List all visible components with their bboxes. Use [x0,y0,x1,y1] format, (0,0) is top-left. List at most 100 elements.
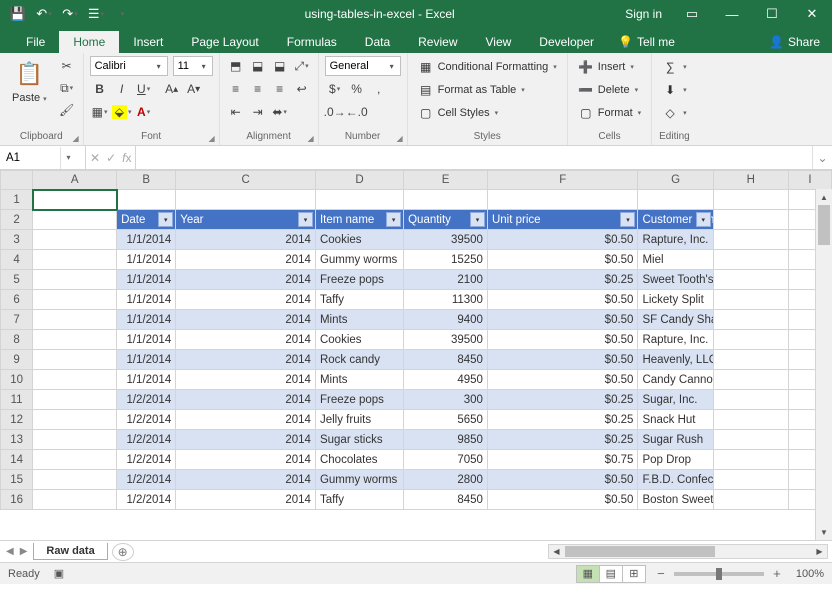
ribbon-display-button[interactable]: ▭ [672,0,712,28]
tab-page-layout[interactable]: Page Layout [177,31,272,53]
cell[interactable]: 2014 [176,270,316,290]
tab-formulas[interactable]: Formulas [273,31,351,53]
vertical-scrollbar[interactable]: ▲ ▼ [815,189,832,540]
cell-A1[interactable] [33,190,117,210]
fill-button[interactable]: ⬇▾ [658,79,691,100]
row-header[interactable]: 4 [1,250,33,270]
borders-button[interactable]: ▦▾ [90,102,110,122]
filter-dropdown-icon[interactable]: ▾ [298,212,313,227]
increase-indent-button[interactable]: ⇥ [248,102,268,122]
cell[interactable]: 8450 [404,490,488,510]
cell[interactable]: 2014 [176,350,316,370]
align-left-button[interactable]: ≡ [226,79,246,99]
cell[interactable]: $0.50 [487,310,638,330]
paste-button[interactable]: 📋 Paste ▾ [6,56,53,106]
row-header[interactable]: 1 [1,190,33,210]
cell[interactable]: F.B.D. Confections [638,470,713,490]
page-layout-view-button[interactable]: ▤ [599,565,623,583]
cell[interactable]: 1/1/2014 [117,310,176,330]
sheet-nav-prev[interactable]: ◀ [6,546,14,557]
font-launcher[interactable]: ◢ [208,134,214,143]
copy-button[interactable]: ⧉▾ [57,78,77,98]
format-painter-button[interactable]: 🖌 [57,100,77,120]
table-header[interactable]: Date▾ [117,210,176,230]
clipboard-launcher[interactable]: ◢ [72,134,78,143]
minimize-button[interactable]: — [712,0,752,28]
cell[interactable]: 2014 [176,430,316,450]
new-sheet-button[interactable]: ⊕ [112,543,134,561]
cell[interactable]: 1/1/2014 [117,350,176,370]
qat-customize-button[interactable]: ☰▾ [84,2,108,26]
sheet-tab-active[interactable]: Raw data [33,543,107,560]
alignment-launcher[interactable]: ◢ [307,134,313,143]
cell[interactable]: $0.75 [487,450,638,470]
cell[interactable]: 7050 [404,450,488,470]
zoom-level[interactable]: 100% [796,568,824,580]
spreadsheet-grid[interactable]: A B C D E F G H I 12Date▾Year▾Item name▾… [0,170,832,540]
cell[interactable]: Sugar Rush [638,430,713,450]
cell[interactable]: $0.50 [487,250,638,270]
col-header[interactable]: F [487,171,638,190]
cell[interactable]: Miel [638,250,713,270]
align-center-button[interactable]: ≡ [248,79,268,99]
table-row[interactable]: 161/2/20142014Taffy8450$0.50Boston Sweet… [1,490,832,510]
align-top-button[interactable]: ⬒ [226,56,246,76]
cell[interactable]: 1/2/2014 [117,390,176,410]
cell[interactable]: 2014 [176,310,316,330]
table-row[interactable]: 121/2/20142014Jelly fruits5650$0.25Snack… [1,410,832,430]
cell[interactable]: Snack Hut [638,410,713,430]
cell[interactable]: $0.50 [487,350,638,370]
tab-home[interactable]: Home [59,31,119,53]
cell[interactable]: 2100 [404,270,488,290]
cell[interactable]: 11300 [404,290,488,310]
decrease-font-button[interactable]: A▾ [184,79,204,99]
table-row[interactable]: 111/2/20142014Freeze pops300$0.25Sugar, … [1,390,832,410]
row-header[interactable]: 11 [1,390,33,410]
row-header[interactable]: 14 [1,450,33,470]
col-header[interactable]: G [638,171,713,190]
merge-button[interactable]: ⬌▾ [270,102,290,122]
zoom-out-button[interactable]: − [654,566,668,581]
cell[interactable]: 15250 [404,250,488,270]
table-row[interactable]: 131/2/20142014Sugar sticks9850$0.25Sugar… [1,430,832,450]
cell[interactable]: 39500 [404,330,488,350]
cell[interactable]: 1/1/2014 [117,370,176,390]
col-header[interactable]: E [404,171,488,190]
col-header[interactable]: A [33,171,117,190]
row-header[interactable]: 8 [1,330,33,350]
row-header[interactable]: 15 [1,470,33,490]
cell[interactable]: $0.50 [487,330,638,350]
align-right-button[interactable]: ≡ [270,79,290,99]
cell[interactable]: 1/2/2014 [117,430,176,450]
clear-button[interactable]: ◇▾ [658,102,691,123]
cell[interactable]: $0.25 [487,430,638,450]
cell[interactable]: 39500 [404,230,488,250]
wrap-text-button[interactable]: ↩ [292,79,312,99]
tell-me[interactable]: 💡Tell me [608,31,685,53]
table-header[interactable]: Year▾ [176,210,316,230]
row-header[interactable]: 12 [1,410,33,430]
delete-cells-button[interactable]: ➖Delete▾ [574,79,645,100]
cell[interactable]: Rock candy [315,350,403,370]
horizontal-scrollbar[interactable]: ◀ ▶ [548,544,828,559]
cell[interactable]: Freeze pops [315,270,403,290]
cell[interactable]: Candy Cannon [638,370,713,390]
cell[interactable]: 2014 [176,290,316,310]
cell[interactable]: Cookies [315,330,403,350]
fill-color-button[interactable]: ⬙▾ [112,102,132,122]
sheet-nav-next[interactable]: ▶ [20,546,28,557]
name-box[interactable]: ▾ [0,146,86,169]
cell[interactable]: $0.50 [487,290,638,310]
insert-cells-button[interactable]: ➕Insert▾ [574,56,645,77]
decrease-indent-button[interactable]: ⇤ [226,102,246,122]
row-header[interactable]: 16 [1,490,33,510]
cell[interactable]: Chocolates [315,450,403,470]
table-row[interactable]: 61/1/20142014Taffy11300$0.50Lickety Spli… [1,290,832,310]
cell[interactable]: 1/1/2014 [117,290,176,310]
cell-styles-button[interactable]: ▢Cell Styles▾ [414,102,561,123]
tab-insert[interactable]: Insert [119,31,177,53]
cell[interactable]: 1/2/2014 [117,490,176,510]
percent-format-button[interactable]: % [347,79,367,99]
col-header[interactable]: B [117,171,176,190]
conditional-formatting-button[interactable]: ▦Conditional Formatting▾ [414,56,561,77]
